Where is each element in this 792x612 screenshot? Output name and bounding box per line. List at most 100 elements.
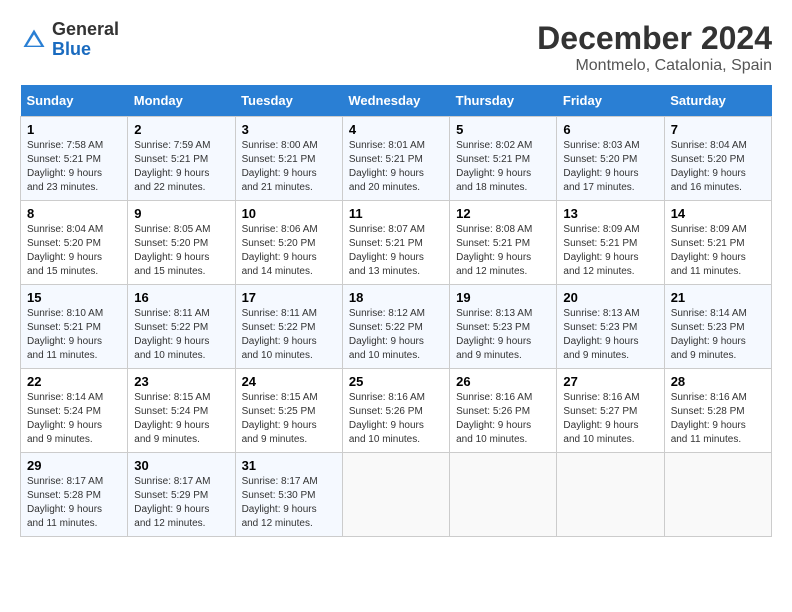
- day-info: Sunrise: 8:08 AMSunset: 5:21 PMDaylight:…: [456, 224, 532, 277]
- day-number: 7: [671, 122, 765, 137]
- day-cell: [557, 453, 664, 537]
- day-cell: 9 Sunrise: 8:05 AMSunset: 5:20 PMDayligh…: [128, 201, 235, 285]
- day-cell: 22 Sunrise: 8:14 AMSunset: 5:24 PMDaylig…: [21, 369, 128, 453]
- day-cell: 3 Sunrise: 8:00 AMSunset: 5:21 PMDayligh…: [235, 117, 342, 201]
- weekday-header-monday: Monday: [128, 85, 235, 117]
- weekday-header-tuesday: Tuesday: [235, 85, 342, 117]
- subtitle: Montmelo, Catalonia, Spain: [537, 57, 772, 75]
- day-cell: [450, 453, 557, 537]
- weekday-header-friday: Friday: [557, 85, 664, 117]
- day-info: Sunrise: 8:13 AMSunset: 5:23 PMDaylight:…: [563, 308, 639, 361]
- weekday-header-thursday: Thursday: [450, 85, 557, 117]
- weekday-header-wednesday: Wednesday: [342, 85, 449, 117]
- day-info: Sunrise: 8:17 AMSunset: 5:28 PMDaylight:…: [27, 476, 103, 529]
- week-row-1: 1 Sunrise: 7:58 AMSunset: 5:21 PMDayligh…: [21, 117, 772, 201]
- day-info: Sunrise: 8:17 AMSunset: 5:30 PMDaylight:…: [242, 476, 318, 529]
- day-info: Sunrise: 8:13 AMSunset: 5:23 PMDaylight:…: [456, 308, 532, 361]
- day-info: Sunrise: 8:07 AMSunset: 5:21 PMDaylight:…: [349, 224, 425, 277]
- day-info: Sunrise: 8:04 AMSunset: 5:20 PMDaylight:…: [27, 224, 103, 277]
- page-header: General Blue December 2024 Montmelo, Cat…: [20, 20, 772, 75]
- day-info: Sunrise: 8:04 AMSunset: 5:20 PMDaylight:…: [671, 140, 747, 193]
- day-number: 20: [563, 290, 657, 305]
- day-info: Sunrise: 8:09 AMSunset: 5:21 PMDaylight:…: [563, 224, 639, 277]
- day-info: Sunrise: 8:00 AMSunset: 5:21 PMDaylight:…: [242, 140, 318, 193]
- day-number: 30: [134, 458, 228, 473]
- day-info: Sunrise: 8:02 AMSunset: 5:21 PMDaylight:…: [456, 140, 532, 193]
- day-number: 24: [242, 374, 336, 389]
- main-title: December 2024: [537, 20, 772, 57]
- day-cell: 25 Sunrise: 8:16 AMSunset: 5:26 PMDaylig…: [342, 369, 449, 453]
- day-cell: 17 Sunrise: 8:11 AMSunset: 5:22 PMDaylig…: [235, 285, 342, 369]
- day-number: 12: [456, 206, 550, 221]
- day-cell: 12 Sunrise: 8:08 AMSunset: 5:21 PMDaylig…: [450, 201, 557, 285]
- day-number: 29: [27, 458, 121, 473]
- day-cell: 31 Sunrise: 8:17 AMSunset: 5:30 PMDaylig…: [235, 453, 342, 537]
- day-cell: 5 Sunrise: 8:02 AMSunset: 5:21 PMDayligh…: [450, 117, 557, 201]
- day-cell: 30 Sunrise: 8:17 AMSunset: 5:29 PMDaylig…: [128, 453, 235, 537]
- day-number: 10: [242, 206, 336, 221]
- day-info: Sunrise: 8:06 AMSunset: 5:20 PMDaylight:…: [242, 224, 318, 277]
- day-number: 18: [349, 290, 443, 305]
- day-cell: 14 Sunrise: 8:09 AMSunset: 5:21 PMDaylig…: [664, 201, 771, 285]
- day-info: Sunrise: 8:14 AMSunset: 5:23 PMDaylight:…: [671, 308, 747, 361]
- day-cell: 23 Sunrise: 8:15 AMSunset: 5:24 PMDaylig…: [128, 369, 235, 453]
- day-info: Sunrise: 8:16 AMSunset: 5:26 PMDaylight:…: [349, 392, 425, 445]
- week-row-4: 22 Sunrise: 8:14 AMSunset: 5:24 PMDaylig…: [21, 369, 772, 453]
- day-cell: 27 Sunrise: 8:16 AMSunset: 5:27 PMDaylig…: [557, 369, 664, 453]
- day-number: 25: [349, 374, 443, 389]
- day-cell: 6 Sunrise: 8:03 AMSunset: 5:20 PMDayligh…: [557, 117, 664, 201]
- day-info: Sunrise: 8:11 AMSunset: 5:22 PMDaylight:…: [134, 308, 209, 361]
- day-info: Sunrise: 8:16 AMSunset: 5:26 PMDaylight:…: [456, 392, 532, 445]
- day-cell: 18 Sunrise: 8:12 AMSunset: 5:22 PMDaylig…: [342, 285, 449, 369]
- calendar-table: SundayMondayTuesdayWednesdayThursdayFrid…: [20, 85, 772, 537]
- day-cell: 19 Sunrise: 8:13 AMSunset: 5:23 PMDaylig…: [450, 285, 557, 369]
- day-number: 23: [134, 374, 228, 389]
- day-cell: 16 Sunrise: 8:11 AMSunset: 5:22 PMDaylig…: [128, 285, 235, 369]
- day-number: 11: [349, 206, 443, 221]
- day-number: 28: [671, 374, 765, 389]
- day-info: Sunrise: 7:58 AMSunset: 5:21 PMDaylight:…: [27, 140, 103, 193]
- day-number: 21: [671, 290, 765, 305]
- day-cell: 28 Sunrise: 8:16 AMSunset: 5:28 PMDaylig…: [664, 369, 771, 453]
- day-info: Sunrise: 8:15 AMSunset: 5:24 PMDaylight:…: [134, 392, 210, 445]
- weekday-header-saturday: Saturday: [664, 85, 771, 117]
- day-number: 31: [242, 458, 336, 473]
- day-cell: 29 Sunrise: 8:17 AMSunset: 5:28 PMDaylig…: [21, 453, 128, 537]
- week-row-3: 15 Sunrise: 8:10 AMSunset: 5:21 PMDaylig…: [21, 285, 772, 369]
- day-number: 3: [242, 122, 336, 137]
- day-info: Sunrise: 8:14 AMSunset: 5:24 PMDaylight:…: [27, 392, 103, 445]
- weekday-header-row: SundayMondayTuesdayWednesdayThursdayFrid…: [21, 85, 772, 117]
- day-number: 14: [671, 206, 765, 221]
- day-number: 19: [456, 290, 550, 305]
- weekday-header-sunday: Sunday: [21, 85, 128, 117]
- day-info: Sunrise: 8:03 AMSunset: 5:20 PMDaylight:…: [563, 140, 639, 193]
- day-cell: 20 Sunrise: 8:13 AMSunset: 5:23 PMDaylig…: [557, 285, 664, 369]
- day-info: Sunrise: 8:15 AMSunset: 5:25 PMDaylight:…: [242, 392, 318, 445]
- day-info: Sunrise: 8:11 AMSunset: 5:22 PMDaylight:…: [242, 308, 317, 361]
- day-info: Sunrise: 8:16 AMSunset: 5:27 PMDaylight:…: [563, 392, 639, 445]
- day-cell: 8 Sunrise: 8:04 AMSunset: 5:20 PMDayligh…: [21, 201, 128, 285]
- day-info: Sunrise: 8:12 AMSunset: 5:22 PMDaylight:…: [349, 308, 425, 361]
- logo: General Blue: [20, 20, 119, 60]
- day-number: 5: [456, 122, 550, 137]
- day-number: 13: [563, 206, 657, 221]
- week-row-5: 29 Sunrise: 8:17 AMSunset: 5:28 PMDaylig…: [21, 453, 772, 537]
- day-cell: 2 Sunrise: 7:59 AMSunset: 5:21 PMDayligh…: [128, 117, 235, 201]
- day-info: Sunrise: 8:05 AMSunset: 5:20 PMDaylight:…: [134, 224, 210, 277]
- logo-icon: [20, 26, 48, 54]
- logo-blue: Blue: [52, 39, 91, 59]
- day-cell: 15 Sunrise: 8:10 AMSunset: 5:21 PMDaylig…: [21, 285, 128, 369]
- day-number: 4: [349, 122, 443, 137]
- logo-general: General: [52, 19, 119, 39]
- day-info: Sunrise: 8:09 AMSunset: 5:21 PMDaylight:…: [671, 224, 747, 277]
- day-number: 2: [134, 122, 228, 137]
- day-number: 8: [27, 206, 121, 221]
- day-info: Sunrise: 8:01 AMSunset: 5:21 PMDaylight:…: [349, 140, 425, 193]
- day-info: Sunrise: 8:17 AMSunset: 5:29 PMDaylight:…: [134, 476, 210, 529]
- day-number: 15: [27, 290, 121, 305]
- day-number: 27: [563, 374, 657, 389]
- day-number: 9: [134, 206, 228, 221]
- day-cell: 24 Sunrise: 8:15 AMSunset: 5:25 PMDaylig…: [235, 369, 342, 453]
- day-info: Sunrise: 7:59 AMSunset: 5:21 PMDaylight:…: [134, 140, 210, 193]
- day-cell: 26 Sunrise: 8:16 AMSunset: 5:26 PMDaylig…: [450, 369, 557, 453]
